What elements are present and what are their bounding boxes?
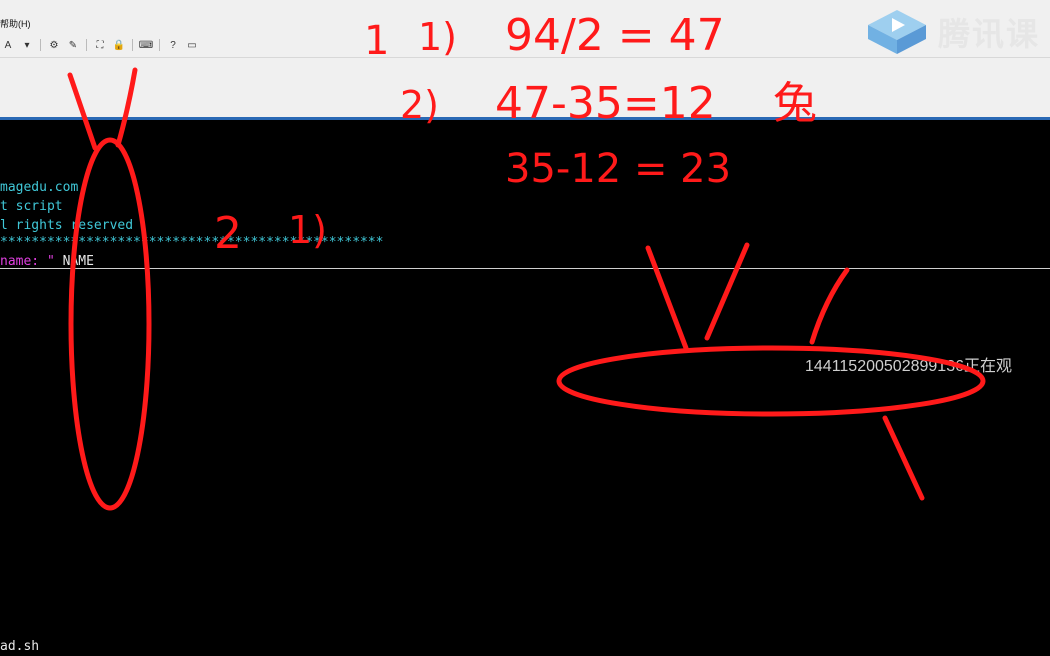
viewer-notice: 144115200502899136正在观	[805, 358, 1012, 375]
toolbar-border	[0, 57, 1050, 58]
fullscreen-icon[interactable]: ⛶	[94, 39, 106, 51]
help-icon[interactable]: ?	[167, 39, 179, 51]
terminal-line: magedu.com	[0, 180, 79, 195]
dropdown-arrow-icon[interactable]: ▾	[21, 39, 33, 51]
terminal-line: ****************************************…	[0, 235, 384, 250]
terminal-area[interactable]: magedu.com t script l rights reserved **…	[0, 120, 1050, 654]
lock-icon[interactable]: 🔒	[113, 39, 125, 51]
script-icon[interactable]: ✎	[67, 39, 79, 51]
settings-icon[interactable]: ⚙	[48, 39, 60, 51]
chat-icon[interactable]: ▭	[186, 39, 198, 51]
keyboard-icon[interactable]: ⌨	[139, 39, 153, 51]
prompt-label: name: "	[0, 254, 55, 269]
toolbar-divider	[159, 39, 160, 51]
terminal-line: l rights reserved	[0, 218, 134, 233]
tencent-classroom-logo-icon	[868, 10, 926, 54]
text-tool-icon[interactable]: A	[2, 39, 14, 51]
toolbar: A ▾ ⚙ ✎ ⛶ 🔒 ⌨ ? ▭	[2, 37, 198, 53]
toolbar-divider	[132, 39, 133, 51]
terminal-line: t script	[0, 199, 63, 214]
toolbar-divider	[40, 39, 41, 51]
terminal-command-line: ad.sh	[0, 639, 40, 654]
tencent-classroom-watermark: 腾讯课	[864, 8, 1040, 56]
prompt-value: NAME	[54, 254, 94, 269]
toolbar-divider	[86, 39, 87, 51]
watermark-text: 腾讯课	[938, 16, 1041, 52]
menu-help[interactable]: 帮助(H)	[0, 17, 31, 30]
cursor-line-separator	[0, 268, 1050, 269]
